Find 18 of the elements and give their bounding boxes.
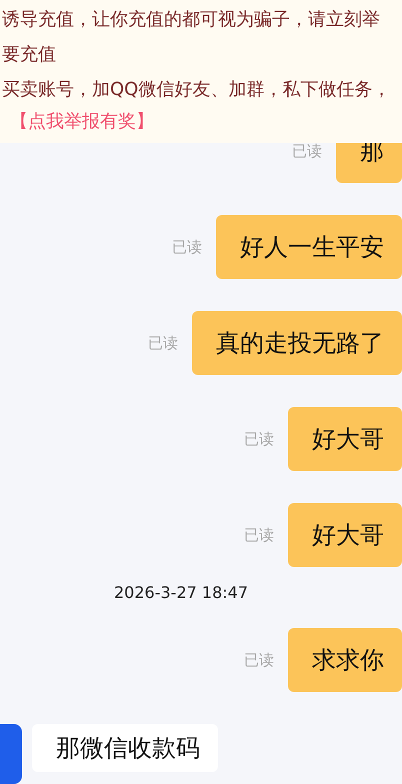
read-status: 已读 [244, 650, 274, 670]
read-status: 已读 [244, 430, 274, 448]
read-status: 已读 [244, 526, 274, 544]
message-bubble: 好大哥 [288, 407, 402, 471]
message-bubble: 求求你 [288, 628, 402, 692]
report-link[interactable]: 【点我举报有奖】 [10, 107, 154, 137]
message-bubble: 那微信收款码 [32, 724, 218, 772]
notice-text: 买卖账号，加QQ微信好友、加群，私下做任务， [2, 78, 392, 102]
read-status: 已读 [148, 334, 178, 352]
timestamp: 2026-3-27 18:47 [113, 583, 249, 602]
read-status: 已读 [292, 142, 322, 160]
message-bubble: 好大哥 [288, 503, 402, 567]
notice-text: 诱导充值，让你充值的都可视为骗子，请立刻举 [2, 8, 381, 32]
message-bubble: 真的走投无路了 [192, 311, 402, 375]
avatar-icon[interactable] [0, 724, 22, 784]
message-bubble: 好人一生平安 [216, 215, 402, 279]
read-status: 已读 [172, 238, 202, 256]
notice-text: 要充值 [2, 43, 57, 67]
